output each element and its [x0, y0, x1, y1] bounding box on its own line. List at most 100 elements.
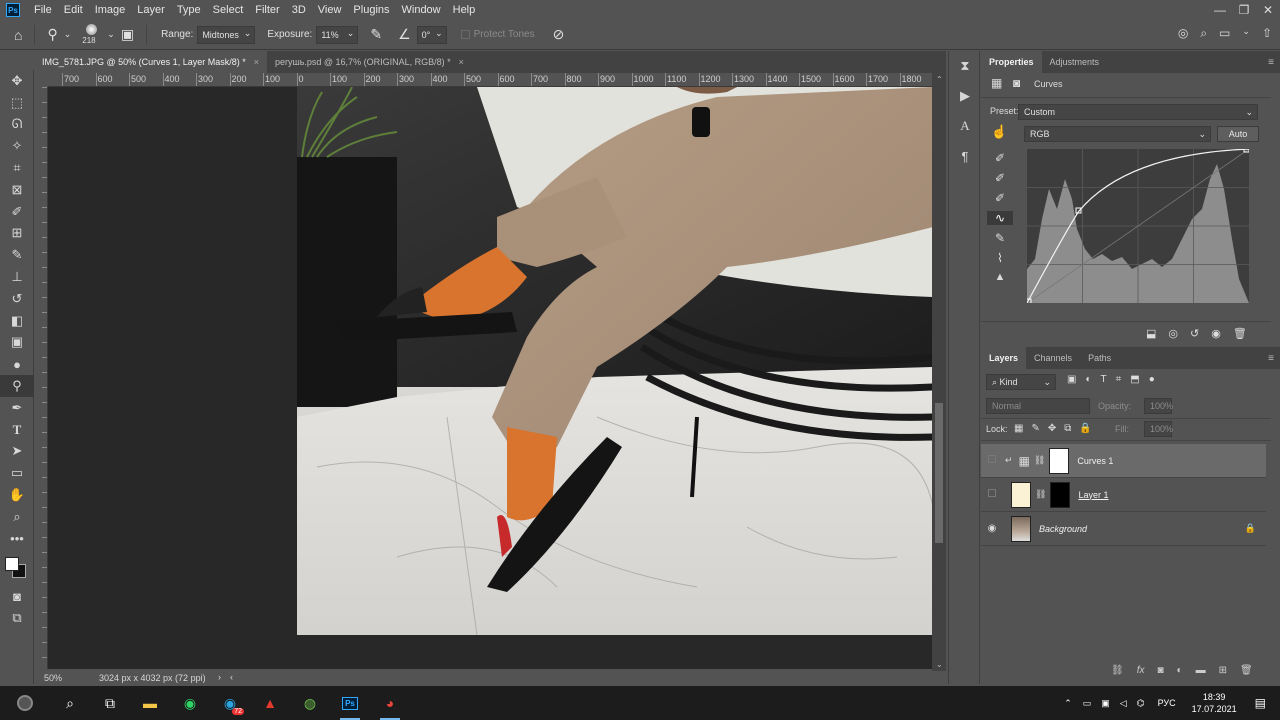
scroll-up-icon[interactable]: ⌃	[936, 75, 943, 84]
vertical-scrollbar[interactable]: ⌃ ⌄	[932, 73, 946, 671]
hand-tool-icon[interactable]: ✋	[0, 484, 34, 506]
layer-name[interactable]: Layer 1	[1078, 490, 1108, 500]
filter-toggle-icon[interactable]: ●	[1149, 374, 1155, 385]
visibility-toggle[interactable]	[981, 455, 1003, 466]
lock-icon[interactable]: 🔒	[1245, 523, 1256, 534]
tab-layers[interactable]: Layers	[981, 347, 1027, 369]
clock[interactable]: 18:39 17.07.2021	[1192, 691, 1237, 715]
adjustment-filter-icon[interactable]: ◐	[1085, 374, 1091, 385]
restore-icon[interactable]: ❐	[1232, 0, 1256, 20]
gradient-icon[interactable]: ▣	[0, 332, 34, 354]
layer-name[interactable]: Curves 1	[1077, 456, 1113, 466]
trash-icon[interactable]: 🗑	[1233, 327, 1247, 340]
black-point-eyedropper-icon[interactable]: ✐	[987, 151, 1013, 165]
quick-mask-icon[interactable]: ◙	[0, 586, 34, 608]
blur-tool-icon[interactable]: ●	[0, 353, 34, 375]
mask-icon[interactable]: ◙	[1013, 76, 1020, 90]
path-selection-icon[interactable]: ➤	[0, 441, 34, 463]
file-explorer-icon[interactable]: ▬	[130, 686, 170, 720]
layer-mask-thumbnail[interactable]	[1050, 481, 1071, 508]
layer-style-icon[interactable]: fx	[1137, 665, 1145, 676]
volume-icon[interactable]: ◁	[1120, 698, 1127, 709]
move-tool-icon[interactable]: ✥	[0, 70, 34, 92]
zoom-tool-icon[interactable]: ⌕	[0, 506, 34, 528]
eraser-icon[interactable]: ◧	[0, 310, 34, 332]
globe-app-icon[interactable]: ◍	[290, 686, 330, 720]
foreground-color-swatch[interactable]	[5, 556, 19, 571]
crop-tool-icon[interactable]: ⌗	[0, 157, 34, 179]
smooth-curve-icon[interactable]: ⌇	[987, 251, 1013, 265]
menu-filter[interactable]: Filter	[249, 0, 285, 20]
layer-row-layer-1[interactable]: ⛓ Layer 1	[981, 478, 1266, 512]
minimize-icon[interactable]: —	[1208, 0, 1232, 20]
curves-graph[interactable]	[1027, 149, 1249, 303]
chevron-left-icon[interactable]: ‹	[230, 672, 233, 682]
battery-icon[interactable]: ▭	[1083, 698, 1092, 709]
actions-play-icon[interactable]: ▶	[949, 81, 981, 111]
panel-menu-icon[interactable]: ≡	[1268, 57, 1274, 68]
brush-size-picker[interactable]: 218	[77, 20, 107, 50]
lasso-tool-icon[interactable]: ᘏ	[0, 114, 34, 136]
start-icon[interactable]	[0, 686, 50, 720]
marquee-tool-icon[interactable]: ⬚	[0, 92, 34, 114]
tab-second-document[interactable]: peryшь.psd @ 16,7% (ORIGINAL, RGB/8) * ×	[266, 51, 472, 73]
dodge-tool-icon[interactable]: ⚲	[0, 375, 34, 397]
eyedropper-icon[interactable]: ✐	[0, 201, 34, 223]
whatsapp-icon[interactable]: ◉	[170, 686, 210, 720]
pen-tool-icon[interactable]: ✒	[0, 397, 34, 419]
fill-input[interactable]: 100%	[1144, 421, 1173, 437]
layer-thumbnail[interactable]	[1011, 515, 1031, 542]
tab-adjustments[interactable]: Adjustments	[1042, 51, 1108, 73]
reset-icon[interactable]: ↺	[1190, 327, 1199, 340]
magic-wand-icon[interactable]: ✧	[0, 135, 34, 157]
character-icon[interactable]: A	[949, 111, 981, 141]
network-icon[interactable]: ⌬	[1137, 698, 1145, 709]
telegram-icon[interactable]: ◉ 72	[210, 686, 250, 720]
gray-point-eyedropper-icon[interactable]: ✐	[987, 171, 1013, 185]
zoom-level[interactable]: 50%	[44, 673, 62, 683]
notifications-icon[interactable]: ▤	[1255, 696, 1266, 710]
search-icon[interactable]: ⌕	[50, 686, 90, 720]
menu-edit[interactable]: Edit	[58, 0, 89, 20]
menu-file[interactable]: File	[28, 0, 58, 20]
task-view-icon[interactable]: ⧉	[90, 686, 130, 720]
targeted-adjustment-icon[interactable]: ☝	[991, 124, 1007, 140]
history-icon[interactable]: ⧗	[949, 51, 981, 81]
layer-row-curves-1[interactable]: ↵ ▦ ⛓ Curves 1	[981, 444, 1266, 478]
opacity-input[interactable]: 100%	[1144, 398, 1173, 414]
exposure-input[interactable]: 11%	[316, 25, 359, 44]
menu-select[interactable]: Select	[207, 0, 250, 20]
tab-img-5781[interactable]: IMG_5781.JPG @ 50% (Curves 1, Layer Mask…	[34, 51, 267, 73]
chevron-down-icon[interactable]: ⌄	[64, 29, 72, 40]
link-layers-icon[interactable]: ⛓	[1111, 665, 1124, 676]
new-adjustment-icon[interactable]: ◐	[1177, 665, 1183, 676]
smart-object-filter-icon[interactable]: ⬒	[1130, 374, 1139, 385]
layer-filter-select[interactable]: ⌕ Kind ⌄	[986, 374, 1056, 390]
frame-tool-icon[interactable]: ⊠	[0, 179, 34, 201]
tab-paths[interactable]: Paths	[1080, 347, 1119, 369]
layer-mask-thumbnail[interactable]	[1049, 447, 1070, 474]
white-point-eyedropper-icon[interactable]: ✐	[987, 191, 1013, 205]
canvas-area[interactable]	[48, 87, 932, 669]
share-icon[interactable]: ◎	[1178, 26, 1188, 41]
tab-channels[interactable]: Channels	[1026, 347, 1080, 369]
brush-settings-icon[interactable]: ▣	[121, 26, 134, 43]
lock-transparent-icon[interactable]: ▦	[1014, 423, 1023, 434]
chevron-down-icon[interactable]: ⌄	[107, 29, 115, 40]
dodge-tool-icon[interactable]: ⚲	[47, 26, 57, 43]
menu-help[interactable]: Help	[447, 0, 482, 20]
angle-input[interactable]: 0°	[416, 25, 447, 44]
lock-position-icon[interactable]: ✥	[1048, 423, 1056, 434]
screen-mode-icon[interactable]: ⧉	[0, 607, 34, 629]
mask-link-icon[interactable]: ⛓	[1035, 489, 1046, 500]
paragraph-icon[interactable]: ¶	[949, 141, 981, 171]
layer-name[interactable]: Background	[1039, 524, 1087, 534]
language-indicator[interactable]: РУС	[1158, 698, 1176, 708]
protect-tones-checkbox[interactable]	[460, 30, 470, 39]
monitor-icon[interactable]: ▣	[1101, 698, 1110, 709]
lock-all-icon[interactable]: 🔒	[1079, 423, 1091, 434]
channel-select[interactable]: RGB ⌄	[1024, 126, 1211, 142]
layer-row-background[interactable]: ◉ Background 🔒	[981, 512, 1266, 546]
menu-view[interactable]: View	[312, 0, 348, 20]
scroll-down-icon[interactable]: ⌄	[936, 660, 943, 669]
